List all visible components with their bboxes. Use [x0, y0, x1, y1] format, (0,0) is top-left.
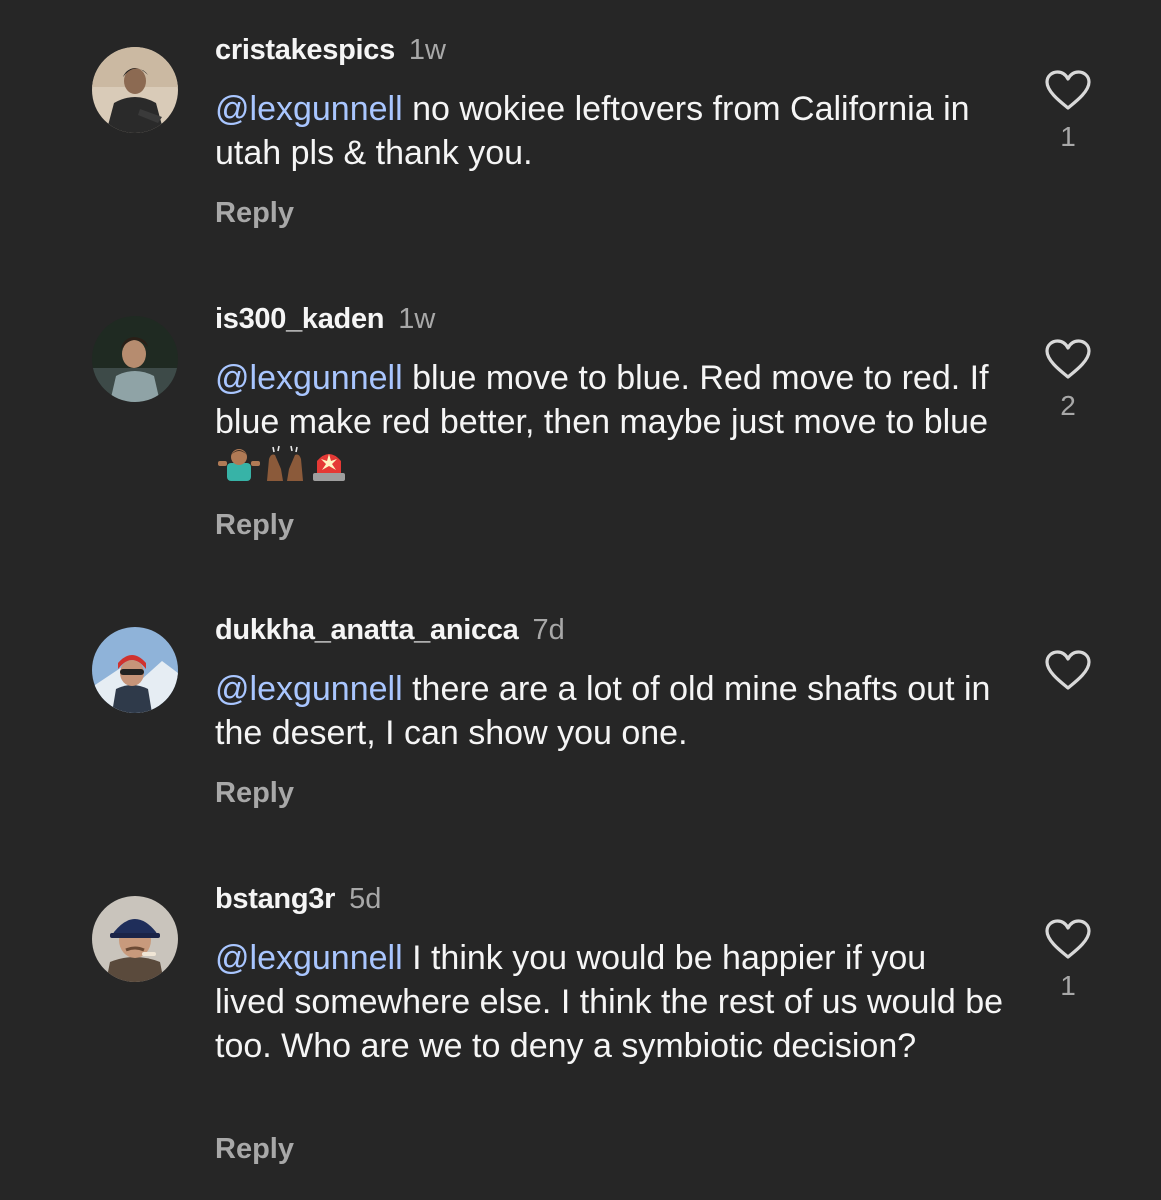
person-shrugging-emoji	[217, 445, 261, 494]
heart-outline-icon	[1045, 339, 1091, 379]
mention-link[interactable]: @lexgunnell	[215, 90, 403, 128]
like-button[interactable]	[1040, 648, 1096, 700]
comment-text: @lexgunnell blue move to blue. Red move …	[215, 356, 1005, 494]
comment-text: @lexgunnell I think you would be happier…	[215, 936, 1005, 1068]
comment-text: @lexgunnell no wokiee leftovers from Cal…	[215, 87, 1005, 175]
timestamp: 7d	[532, 614, 565, 646]
raising-hands-emoji	[263, 445, 307, 494]
avatar[interactable]	[92, 47, 178, 133]
avatar[interactable]	[92, 896, 178, 982]
mention-link[interactable]: @lexgunnell	[215, 670, 403, 708]
comment-header: bstang3r 5d	[215, 881, 381, 917]
heart-outline-icon	[1045, 650, 1091, 690]
heart-outline-icon	[1045, 919, 1091, 959]
like-button[interactable]: 2	[1040, 337, 1096, 423]
username[interactable]: is300_kaden	[215, 303, 385, 335]
reply-button[interactable]: Reply	[215, 775, 294, 811]
username[interactable]: cristakespics	[215, 34, 395, 66]
comment-header: is300_kaden 1w	[215, 301, 435, 337]
like-button[interactable]: 1	[1040, 68, 1096, 154]
comment-text: @lexgunnell there are a lot of old mine …	[215, 667, 1005, 755]
like-count: 1	[1060, 970, 1076, 1001]
timestamp: 1w	[408, 34, 446, 66]
avatar[interactable]	[92, 627, 178, 713]
username[interactable]: bstang3r	[215, 883, 335, 915]
mention-link[interactable]: @lexgunnell	[215, 939, 403, 977]
reply-button[interactable]: Reply	[215, 1131, 294, 1167]
like-count: 1	[1060, 121, 1076, 152]
comment-header: cristakespics 1w	[215, 32, 446, 68]
timestamp: 5d	[349, 883, 382, 915]
username[interactable]: dukkha_anatta_anicca	[215, 614, 519, 646]
comment-header: dukkha_anatta_anicca 7d	[215, 612, 565, 648]
avatar[interactable]	[92, 316, 178, 402]
mention-link[interactable]: @lexgunnell	[215, 359, 403, 397]
police-light-emoji	[309, 445, 349, 494]
reply-button[interactable]: Reply	[215, 507, 294, 543]
reply-button[interactable]: Reply	[215, 195, 294, 231]
heart-outline-icon	[1045, 70, 1091, 110]
timestamp: 1w	[398, 303, 436, 335]
like-button[interactable]: 1	[1040, 917, 1096, 1003]
like-count: 2	[1060, 390, 1076, 421]
